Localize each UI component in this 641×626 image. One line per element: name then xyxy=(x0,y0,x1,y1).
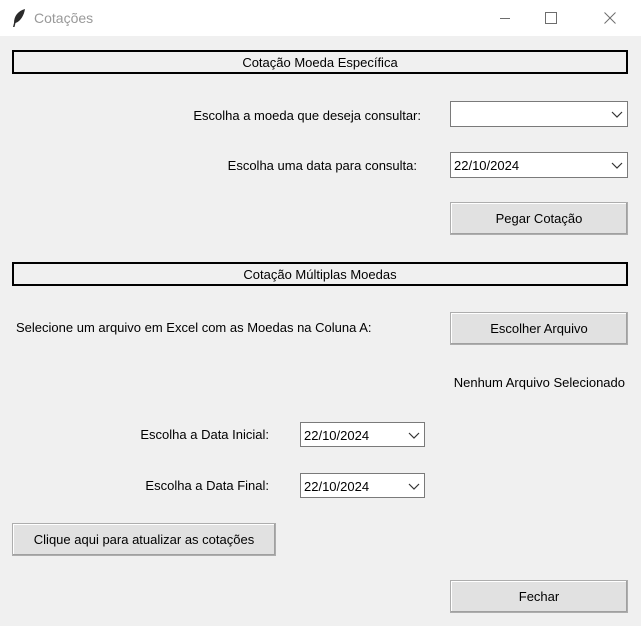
section-header-single: Cotação Moeda Específica xyxy=(12,50,628,74)
date-label: Escolha uma data para consulta: xyxy=(227,158,417,173)
file-status-label: Nenhum Arquivo Selecionado xyxy=(453,375,625,390)
chevron-down-icon xyxy=(611,162,623,169)
close-window-button[interactable] xyxy=(587,0,633,36)
end-date-select[interactable]: 22/10/2024 xyxy=(300,473,425,498)
start-date-select[interactable]: 22/10/2024 xyxy=(300,422,425,447)
minimize-button[interactable] xyxy=(482,0,528,36)
minimize-icon xyxy=(500,18,510,19)
currency-label: Escolha a moeda que deseja consultar: xyxy=(193,108,421,123)
maximize-icon xyxy=(545,12,557,24)
choose-file-button[interactable]: Escolher Arquivo xyxy=(450,312,628,345)
title-bar: Cotações xyxy=(0,0,641,36)
section-header-multi-text: Cotação Múltiplas Moedas xyxy=(243,266,397,282)
window-title: Cotações xyxy=(34,10,94,26)
file-label: Selecione um arquivo em Excel com as Moe… xyxy=(16,320,372,335)
end-date-label: Escolha a Data Final: xyxy=(145,478,269,493)
get-quote-button[interactable]: Pegar Cotação xyxy=(450,202,628,235)
close-icon xyxy=(604,12,616,24)
feather-icon xyxy=(13,9,25,27)
start-date-label: Escolha a Data Inicial: xyxy=(140,427,269,442)
chevron-down-icon xyxy=(611,111,623,118)
maximize-button[interactable] xyxy=(528,0,574,36)
close-button[interactable]: Fechar xyxy=(450,580,628,613)
date-select-value: 22/10/2024 xyxy=(454,158,520,173)
end-date-value: 22/10/2024 xyxy=(304,479,370,494)
window-content: Cotação Moeda Específica Escolha a moeda… xyxy=(0,36,641,626)
currency-select[interactable] xyxy=(450,101,628,127)
section-header-single-text: Cotação Moeda Específica xyxy=(242,54,398,70)
update-quotes-button[interactable]: Clique aqui para atualizar as cotações xyxy=(12,523,276,556)
section-header-multi: Cotação Múltiplas Moedas xyxy=(12,262,628,286)
chevron-down-icon xyxy=(408,432,420,439)
chevron-down-icon xyxy=(408,483,420,490)
date-select[interactable]: 22/10/2024 xyxy=(450,152,628,178)
start-date-value: 22/10/2024 xyxy=(304,428,370,443)
